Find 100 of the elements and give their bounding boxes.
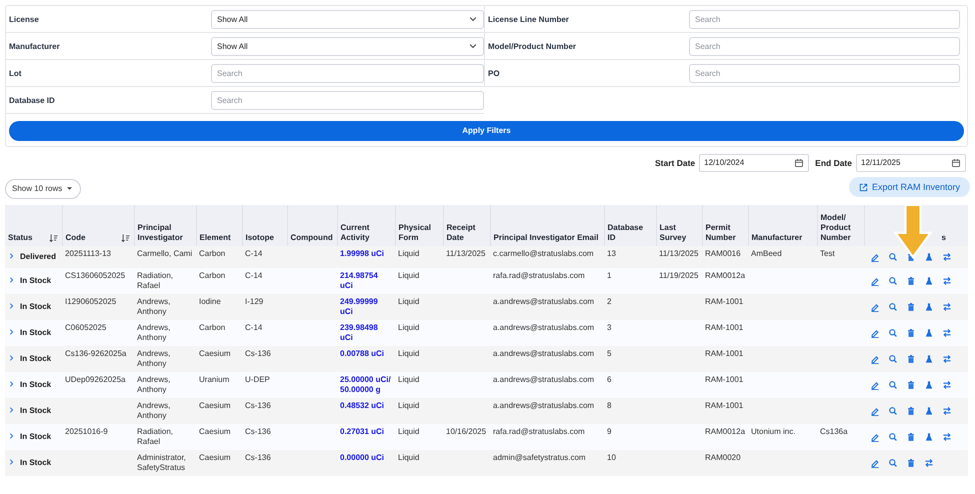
search-field[interactable]: Search <box>689 64 960 82</box>
table-cell: RAM-1001 <box>702 346 748 372</box>
table-cell: 11/13/2025 <box>656 246 702 268</box>
column-header[interactable]: Database ID <box>604 204 656 246</box>
column-header[interactable]: Physical Form <box>395 204 443 246</box>
column-header[interactable]: Compound <box>287 204 337 246</box>
pencil-icon[interactable] <box>870 354 880 364</box>
pencil-icon[interactable] <box>870 328 880 338</box>
table-cell: RAM0016 <box>702 246 748 268</box>
trash-icon[interactable] <box>906 458 916 468</box>
table-cell: Cs-136 <box>242 398 287 424</box>
swap-arrows-icon[interactable] <box>942 354 952 364</box>
search-icon[interactable] <box>888 380 898 390</box>
table-cell: 239.98498 uCi <box>337 320 395 346</box>
trash-icon[interactable] <box>906 302 916 312</box>
column-header[interactable]: Manufacturer <box>748 204 817 246</box>
swap-arrows-icon[interactable] <box>942 432 952 442</box>
search-field[interactable]: Search <box>211 64 484 82</box>
table-cell: Cs-136 <box>242 346 287 372</box>
pencil-icon[interactable] <box>870 380 880 390</box>
pencil-icon[interactable] <box>870 252 880 262</box>
column-header[interactable]: Model/ Product Number <box>817 204 864 246</box>
swap-arrows-icon[interactable] <box>942 302 952 312</box>
select-field[interactable]: Show All <box>211 36 484 56</box>
rows-per-page-dropdown[interactable]: Show 10 rows <box>5 178 82 198</box>
column-header[interactable]: Element <box>196 204 242 246</box>
trash-icon[interactable] <box>906 354 916 364</box>
expand-chevron-icon <box>8 354 16 362</box>
table-cell: Liquid <box>395 372 443 398</box>
apply-filters-button[interactable]: Apply Filters <box>9 120 964 140</box>
search-field[interactable]: Search <box>689 10 960 28</box>
search-icon[interactable] <box>888 432 898 442</box>
select-field[interactable]: Show All <box>211 10 484 28</box>
table-cell: 0.00000 uCi <box>337 450 395 476</box>
column-header[interactable]: Receipt Date <box>443 204 490 246</box>
flask-icon[interactable] <box>924 252 934 262</box>
flask-icon[interactable] <box>924 354 934 364</box>
table-cell: Cs136-9262025a <box>62 346 134 372</box>
search-field[interactable]: Search <box>211 90 484 110</box>
table-cell: Liquid <box>395 346 443 372</box>
status-text: In Stock <box>20 406 52 415</box>
pencil-icon[interactable] <box>870 458 880 468</box>
trash-icon[interactable] <box>906 276 916 286</box>
table-cell: Liquid <box>395 294 443 320</box>
swap-arrows-icon[interactable] <box>942 380 952 390</box>
date-field[interactable]: 12/11/2025 <box>856 154 966 172</box>
search-icon[interactable] <box>888 458 898 468</box>
flask-icon[interactable] <box>924 276 934 286</box>
search-icon[interactable] <box>888 302 898 312</box>
trash-icon[interactable] <box>906 380 916 390</box>
flask-icon[interactable] <box>924 406 934 416</box>
column-header[interactable]: Principal Investigator Email <box>490 204 604 246</box>
column-header[interactable]: Current Activity <box>337 204 395 246</box>
search-icon[interactable] <box>888 276 898 286</box>
pencil-icon[interactable] <box>870 432 880 442</box>
column-header[interactable]: Permit Number <box>702 204 748 246</box>
pencil-icon[interactable] <box>870 276 880 286</box>
swap-arrows-icon[interactable] <box>942 276 952 286</box>
column-header[interactable]: Principal Investigator <box>134 204 196 246</box>
trash-icon[interactable] <box>906 328 916 338</box>
search-field[interactable]: Search <box>689 36 960 56</box>
export-button[interactable]: Export RAM Inventory <box>848 177 970 197</box>
expand-chevron-icon <box>8 276 16 284</box>
flask-icon[interactable] <box>924 380 934 390</box>
flask-icon[interactable] <box>924 328 934 338</box>
table-cell: Carbon <box>196 320 242 346</box>
table-cell: U-DEP <box>242 372 287 398</box>
search-icon[interactable] <box>888 252 898 262</box>
swap-arrows-icon[interactable] <box>942 328 952 338</box>
trash-icon[interactable] <box>906 406 916 416</box>
swap-arrows-icon[interactable] <box>924 458 934 468</box>
column-header[interactable]: Status <box>5 204 62 246</box>
table-cell: admin@safetystratus.com <box>490 450 604 476</box>
swap-arrows-icon[interactable] <box>942 252 952 262</box>
table-cell: Carbon <box>196 246 242 268</box>
flask-icon[interactable] <box>924 302 934 312</box>
column-header[interactable]: Code <box>62 204 134 246</box>
sort-icon[interactable] <box>48 232 58 242</box>
table-cell: Caesium <box>196 398 242 424</box>
search-icon[interactable] <box>888 354 898 364</box>
flask-icon[interactable] <box>924 432 934 442</box>
table-cell: Liquid <box>395 268 443 294</box>
search-icon[interactable] <box>888 328 898 338</box>
table-cell: 1 <box>604 268 656 294</box>
table-cell: AmBeed <box>748 246 817 268</box>
pencil-icon[interactable] <box>870 406 880 416</box>
table-cell: Iodine <box>196 294 242 320</box>
date-field[interactable]: 12/10/2024 <box>699 154 810 172</box>
expand-chevron-icon <box>8 252 16 260</box>
table-cell: Liquid <box>395 450 443 476</box>
swap-arrows-icon[interactable] <box>942 406 952 416</box>
sort-icon[interactable] <box>120 232 130 242</box>
table-cell: a.andrews@stratuslabs.com <box>490 294 604 320</box>
expand-chevron-icon <box>8 302 16 310</box>
column-header[interactable]: Last Survey <box>656 204 702 246</box>
column-header[interactable]: Isotope <box>242 204 287 246</box>
trash-icon[interactable] <box>906 432 916 442</box>
calendar-icon <box>951 158 961 168</box>
pencil-icon[interactable] <box>870 302 880 312</box>
search-icon[interactable] <box>888 406 898 416</box>
